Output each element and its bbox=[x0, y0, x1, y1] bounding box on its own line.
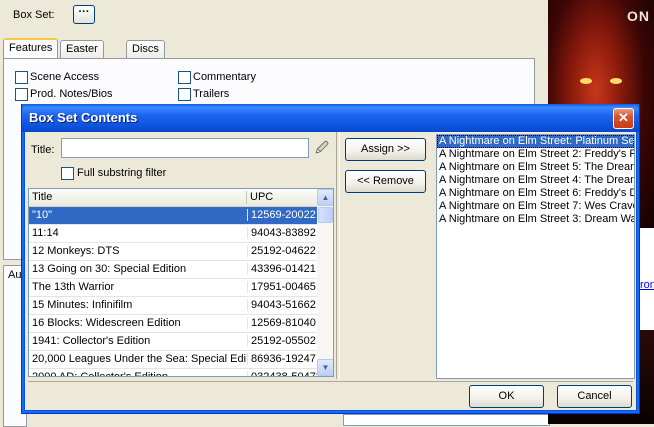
full-substring-label: Full substring filter bbox=[77, 167, 167, 179]
row-title: The 13th Warrior bbox=[32, 281, 115, 293]
list-item[interactable]: A Nightmare on Elm Street: Platinum Seri… bbox=[437, 135, 634, 148]
footer-separator bbox=[28, 381, 633, 383]
scroll-down-icon[interactable]: ▼ bbox=[317, 359, 333, 376]
table-row[interactable]: 20,000 Leagues Under the Sea: Special Ed… bbox=[29, 351, 317, 369]
dialog-titlebar[interactable]: Box Set Contents ✕ bbox=[22, 104, 639, 132]
table-row[interactable]: 16 Blocks: Widescreen Edition 12569-81040 bbox=[29, 315, 317, 333]
table-row[interactable]: 13 Going on 30: Special Edition 43396-014… bbox=[29, 261, 317, 279]
row-upc: 17951-00465 bbox=[247, 281, 321, 293]
table-row[interactable]: 15 Minutes: Infinifilm 94043-51662 bbox=[29, 297, 317, 315]
list-item[interactable]: A Nightmare on Elm Street 7: Wes Craven'… bbox=[437, 200, 634, 213]
boxset-browse-button[interactable]: ··· bbox=[73, 5, 95, 24]
dialog-title: Box Set Contents bbox=[29, 110, 138, 125]
commentary-checkbox[interactable] bbox=[178, 71, 191, 84]
row-upc: 25192-04622 bbox=[247, 245, 321, 257]
row-title: 16 Blocks: Widescreen Edition bbox=[32, 317, 181, 329]
row-title: 12 Monkeys: DTS bbox=[32, 245, 120, 257]
row-upc: 25192-05502 bbox=[247, 335, 321, 347]
row-upc: 94043-51662 bbox=[247, 299, 321, 311]
row-title: 13 Going on 30: Special Edition bbox=[32, 263, 187, 275]
column-upc-header[interactable]: UPC bbox=[250, 191, 273, 203]
tab-discs[interactable]: Discs bbox=[126, 40, 165, 59]
row-title: "10" bbox=[32, 209, 53, 221]
lower-list-fragment bbox=[343, 414, 550, 426]
assign-button[interactable]: Assign >> bbox=[345, 138, 426, 161]
scene-access-checkbox[interactable] bbox=[15, 71, 28, 84]
table-row[interactable]: 1941: Collector's Edition 25192-05502 bbox=[29, 333, 317, 351]
cover-text: ON bbox=[627, 8, 650, 24]
prod-notes-checkbox[interactable] bbox=[15, 88, 28, 101]
row-title: 11:14 bbox=[32, 227, 59, 239]
remove-button[interactable]: << Remove bbox=[345, 170, 426, 193]
list-scrollbar[interactable]: ▲ ▼ bbox=[317, 189, 333, 376]
pane-divider bbox=[336, 132, 340, 379]
row-upc: 94043-83892 bbox=[247, 227, 321, 239]
list-item[interactable]: A Nightmare on Elm Street 5: The Dream C… bbox=[437, 161, 634, 174]
table-row[interactable]: 11:14 94043-83892 bbox=[29, 225, 317, 243]
scroll-thumb[interactable] bbox=[318, 207, 333, 223]
row-upc: 86936-19247 bbox=[247, 353, 321, 365]
commentary-label: Commentary bbox=[193, 71, 256, 83]
list-item[interactable]: A Nightmare on Elm Street 2: Freddy's Re… bbox=[437, 148, 634, 161]
table-row[interactable]: The 13th Warrior 17951-00465 bbox=[29, 279, 317, 297]
row-title: 1941: Collector's Edition bbox=[32, 335, 151, 347]
available-titles-list[interactable]: Title UPC "10" 12569-20022 11:14 94043-8389… bbox=[28, 188, 334, 377]
filter-icon[interactable]: 🖉 bbox=[312, 138, 332, 158]
row-upc: 43396-01421 bbox=[247, 263, 321, 275]
trailers-label: Trailers bbox=[193, 88, 230, 100]
table-row[interactable]: 2000 AD: Collector's Edition 032438-50478 bbox=[29, 369, 321, 377]
list-item[interactable]: A Nightmare on Elm Street 4: The Dream M… bbox=[437, 174, 634, 187]
prod-notes-label: Prod. Notes/Bios bbox=[30, 88, 113, 100]
boxset-label: Box Set: bbox=[13, 9, 55, 21]
title-rows: "10" 12569-20022 11:14 94043-83892 12 Monkey… bbox=[29, 207, 321, 377]
list-item[interactable]: A Nightmare on Elm Street 6: Freddy's De… bbox=[437, 187, 634, 200]
lower-tab-label[interactable]: Au bbox=[8, 269, 21, 281]
cover-link[interactable]: ron bbox=[640, 279, 654, 291]
row-upc: 032438-50478 bbox=[247, 371, 321, 376]
assigned-titles-list[interactable]: A Nightmare on Elm Street: Platinum Seri… bbox=[436, 134, 635, 379]
row-upc: 12569-20022 bbox=[247, 209, 321, 221]
column-title-header[interactable]: Title bbox=[32, 191, 52, 203]
row-upc: 12569-81040 bbox=[247, 317, 321, 329]
row-title: 2000 AD: Collector's Edition bbox=[32, 371, 169, 377]
scroll-up-icon[interactable]: ▲ bbox=[317, 189, 333, 206]
close-button[interactable]: ✕ bbox=[613, 108, 634, 129]
box-set-contents-dialog: Box Set Contents ✕ Title: 🖉 Full substri… bbox=[21, 104, 640, 414]
table-row[interactable]: "10" 12569-20022 bbox=[29, 207, 317, 225]
ok-button[interactable]: OK bbox=[469, 385, 544, 408]
row-title: 20,000 Leagues Under the Sea: Special Ed… bbox=[32, 353, 246, 365]
full-substring-checkbox[interactable] bbox=[61, 167, 74, 180]
row-title: 15 Minutes: Infinifilm bbox=[32, 299, 133, 311]
table-row[interactable]: 12 Monkeys: DTS 25192-04622 bbox=[29, 243, 317, 261]
scene-access-label: Scene Access bbox=[30, 71, 100, 83]
cancel-button[interactable]: Cancel bbox=[557, 385, 632, 408]
trailers-checkbox[interactable] bbox=[178, 88, 191, 101]
list-item[interactable]: A Nightmare on Elm Street 3: Dream Warri… bbox=[437, 213, 634, 226]
tab-easter-eggs[interactable]: Easter Eggs bbox=[60, 40, 104, 72]
title-filter-label: Title: bbox=[31, 144, 55, 156]
title-filter-input[interactable] bbox=[61, 138, 309, 158]
list-header: Title UPC bbox=[29, 189, 317, 207]
